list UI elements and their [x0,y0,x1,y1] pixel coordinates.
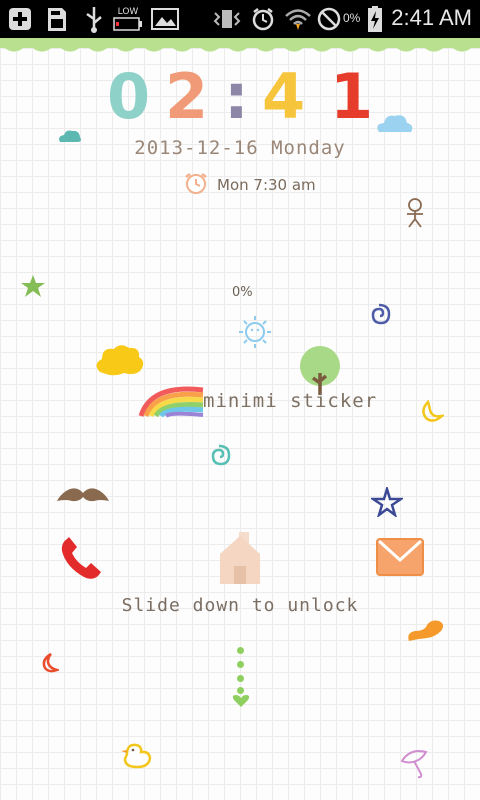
umbrella-icon [400,747,432,785]
sd-card-icon [44,5,70,33]
add-icon [6,5,34,33]
battery-low-label: LOW [117,7,139,17]
blue-cloud-icon [375,111,415,139]
envelope-icon[interactable] [375,536,425,582]
unlock-hint-text: Slide down to unlock [121,595,359,616]
status-time: 2:41 AM [391,5,472,30]
sun-icon [237,315,273,353]
clock-digit-minute-ones: 1 [330,60,374,133]
clock-colon: : [224,60,249,133]
status-bar: LOW 0% 2:41 AM [0,0,480,38]
yellow-cloud-icon [94,342,146,382]
blue-swirl-icon [367,303,393,333]
slide-dot [237,647,244,654]
alarm-time-text: Mon 7:30 am [217,176,316,194]
battery-level-text: 0% [232,285,253,300]
navy-star-icon [368,484,406,521]
clock-digit-minute-tens: 4 [262,60,306,133]
stick-figure-icon [402,197,428,233]
yellow-moon-icon [418,399,447,428]
vibrate-icon [212,5,242,33]
alarm-clock-icon [183,171,209,199]
chick-icon [119,740,153,774]
battery-low-icon: LOW [112,5,144,33]
slide-dot [237,675,244,682]
home-icon[interactable] [217,530,263,590]
usb-icon [82,5,106,33]
blocked-icon [316,5,342,33]
charging-icon [366,5,384,33]
alarm-icon [250,5,276,33]
battery-percent-text: 0% [343,11,361,25]
clock-digit-hour-ones: 2 [165,60,209,133]
orange-mustache-icon [405,617,445,649]
clock-digit-hour-tens: 0 [107,60,151,133]
wifi-icon [284,5,312,33]
teal-swirl-icon [206,444,234,474]
rainbow-icon [137,380,205,422]
gallery-icon [150,5,180,33]
green-star-icon [20,274,46,302]
next-alarm: Mon 7:30 am [183,171,316,199]
brand-text: minimi sticker [203,390,378,412]
mustache-icon [56,485,110,511]
phone-icon[interactable] [58,535,104,587]
teal-cloud-icon [57,128,83,148]
slide-dot [237,661,244,668]
red-moon-icon [39,652,62,678]
heart-icon [232,693,250,712]
